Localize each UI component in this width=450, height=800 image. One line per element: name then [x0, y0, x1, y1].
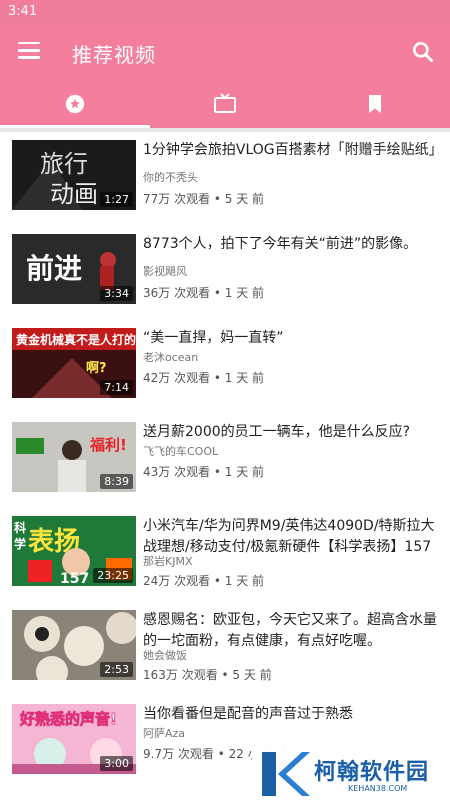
search-icon[interactable] [410, 39, 436, 65]
watermark-text: 柯翰软件园 [314, 760, 430, 785]
video-title: “美一直捍，妈一直转” [143, 330, 284, 346]
video-thumbnail: 科学表扬 157 23:25 [12, 516, 136, 586]
svg-text:科: 科 [14, 520, 26, 535]
video-thumbnail: 2:53 [12, 610, 136, 680]
duration-badge: 2:53 [100, 662, 133, 677]
duration-badge: 3:00 [100, 756, 133, 771]
video-author: 飞飞的车COOL [143, 445, 219, 458]
video-title: 当你看番但是配音的声音过于熟悉 [143, 706, 353, 722]
svg-text:福利!: 福利! [89, 436, 127, 454]
video-author: 她会做饭 [143, 649, 187, 662]
duration-badge: 3:34 [100, 286, 133, 301]
watermark: 柯翰软件园 KEHAN38.COM [252, 748, 450, 800]
app-bar: 推荐视频 [0, 24, 450, 80]
tab-bookmarks[interactable] [300, 80, 450, 128]
duration-badge: 1:27 [100, 192, 133, 207]
video-thumbnail: 好熟悉的声音! 3:00 [12, 704, 136, 774]
svg-text:动画: 动画 [50, 180, 98, 208]
svg-text:好熟悉的声音!: 好熟悉的声音! [19, 710, 117, 728]
svg-text:前进: 前进 [26, 252, 82, 285]
video-item[interactable]: 2:53 感恩赐名：欧亚包，今天它又来了。超高含水量的一坨面粉，有点健康，有点好… [0, 602, 450, 696]
video-title: 1分钟学会旅拍VLOG百搭素材「附赠手绘贴纸」 [143, 142, 439, 158]
video-author: 老沐ocean [143, 351, 199, 364]
video-meta: 42万 次观看 • 1 天 前 [143, 371, 265, 385]
duration-badge: 7:14 [100, 380, 133, 395]
video-meta: 163万 次观看 • 5 天 前 [143, 668, 272, 682]
video-meta: 24万 次观看 • 1 天 前 [143, 574, 265, 588]
tab-bar [0, 80, 450, 128]
video-author: 你的不秃头 [143, 171, 198, 184]
video-title: 送月薪2000的员工一辆车，他是什么反应? [143, 424, 411, 440]
video-author: 影视飓风 [143, 265, 187, 278]
video-meta: 43万 次观看 • 1 天 前 [143, 465, 265, 479]
star-badge-icon [65, 94, 85, 114]
watermark-logo-icon [262, 752, 310, 796]
menu-icon[interactable] [18, 42, 40, 60]
tv-icon [214, 93, 236, 113]
svg-text:旅行: 旅行 [40, 150, 88, 178]
svg-text:啊?: 啊? [86, 361, 107, 376]
svg-text:黄金机械真不是人打的: 黄金机械真不是人打的 [16, 332, 136, 347]
video-title: 8773个人，拍下了今年有关“前进”的影像。 [143, 236, 418, 252]
duration-badge: 8:39 [100, 474, 133, 489]
video-meta: 77万 次观看 • 5 天 前 [143, 192, 265, 206]
video-title: 小米汽车/华为问界M9/英伟达4090D/特斯拉大战理想/移动支付/极氪新硬件【… [143, 518, 435, 555]
svg-text:157: 157 [60, 571, 89, 586]
video-item[interactable]: 黄金机械真不是人打的啊? 7:14 “美一直捍，妈一直转” 老沐ocean 42… [0, 320, 450, 414]
video-author: 那岩KJMX [143, 555, 193, 568]
video-item[interactable]: 前进 3:34 8773个人，拍下了今年有关“前进”的影像。 影视飓风 36万 … [0, 226, 450, 320]
watermark-sub: KEHAN38.COM [348, 784, 408, 793]
video-thumbnail: 黄金机械真不是人打的啊? 7:14 [12, 328, 136, 398]
status-bar: 3:41 [0, 0, 450, 24]
svg-text:学: 学 [14, 536, 26, 551]
video-thumbnail: 前进 3:34 [12, 234, 136, 304]
status-time: 3:41 [8, 4, 38, 19]
tab-tv[interactable] [150, 80, 300, 128]
video-author: 阿萨Aza [143, 727, 186, 740]
video-item[interactable]: 福利! 8:39 送月薪2000的员工一辆车，他是什么反应? 飞飞的车COOL … [0, 414, 450, 508]
video-title: 感恩赐名：欧亚包，今天它又来了。超高含水量的一坨面粉，有点健康，有点好吃喔。 [143, 612, 437, 649]
tab-recommended[interactable] [0, 80, 150, 128]
page-title: 推荐视频 [72, 43, 156, 67]
video-list: 旅行 动画 1:27 1分钟学会旅拍VLOG百搭素材「附赠手绘贴纸」 你的不秃头 … [0, 132, 450, 800]
video-item[interactable]: 旅行 动画 1:27 1分钟学会旅拍VLOG百搭素材「附赠手绘贴纸」 你的不秃头 … [0, 132, 450, 226]
duration-badge: 23:25 [93, 568, 133, 583]
video-thumbnail: 福利! 8:39 [12, 422, 136, 492]
bookmark-icon [369, 95, 381, 113]
video-meta: 36万 次观看 • 1 天 前 [143, 286, 265, 300]
video-item[interactable]: 科学表扬 157 23:25 小米汽车/华为问界M9/英伟达4090D/特斯拉大战… [0, 508, 450, 602]
video-thumbnail: 旅行 动画 1:27 [12, 140, 136, 210]
